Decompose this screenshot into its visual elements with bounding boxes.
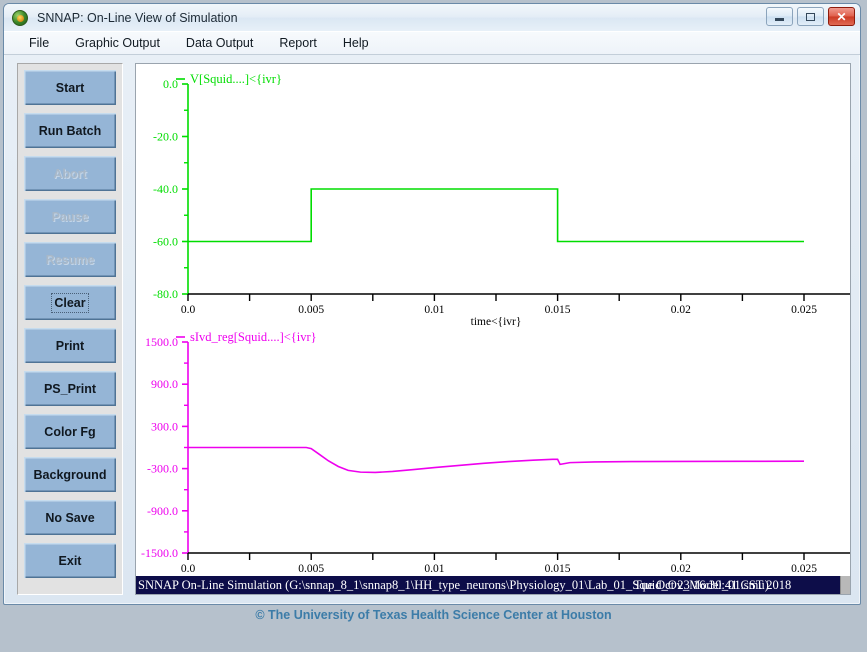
y-tick-label: -80.0 xyxy=(153,287,178,301)
control-button-panel: Start Run Batch Abort Pause Resume Clear… xyxy=(17,63,123,595)
clear-button-label: Clear xyxy=(51,292,89,313)
series-title: sIvd_reg[Squid....]<{ivr} xyxy=(190,330,317,344)
status-timestamp: Tue Oct 23 16:30:41 CST 2018 xyxy=(634,578,792,592)
x-tick-label: 0.025 xyxy=(791,304,817,316)
background-button-label: Background xyxy=(33,467,107,482)
data-series-line xyxy=(188,188,804,243)
x-tick-label: 0.005 xyxy=(298,304,324,316)
plot-canvas: 0.0-20.0-40.0-60.0-80.00.0 0.005 0.01 0.015… xyxy=(141,72,850,587)
title-bar: SNNAP: On-Line View of Simulation ✕ xyxy=(4,4,860,31)
maximize-icon xyxy=(806,12,815,21)
pause-button-label: Pause xyxy=(51,209,89,224)
menu-item-help[interactable]: Help xyxy=(330,34,382,52)
print-button[interactable]: Print xyxy=(24,328,116,363)
menu-item-report[interactable]: Report xyxy=(266,34,330,52)
resume-button-label: Resume xyxy=(45,252,95,267)
y-tick-label: -40.0 xyxy=(153,182,178,196)
resume-button: Resume xyxy=(24,242,116,277)
application-window: SNNAP: On-Line View of Simulation ✕ File… xyxy=(3,3,861,605)
x-tick-label: 0.01 xyxy=(424,563,444,575)
x-tick-label: 0.02 xyxy=(671,563,691,575)
no-save-button-label: No Save xyxy=(45,510,95,525)
x-tick-label: 0.0 xyxy=(181,304,196,316)
window-title: SNNAP: On-Line View of Simulation xyxy=(37,10,238,25)
close-button[interactable]: ✕ xyxy=(828,7,855,26)
x-tick-label: 0.01 xyxy=(424,304,444,316)
x-tick-label: 0.015 xyxy=(545,563,571,575)
y-tick-label: -900.0 xyxy=(147,504,178,518)
menu-item-graphic-output[interactable]: Graphic Output xyxy=(62,34,173,52)
close-icon: ✕ xyxy=(836,9,847,24)
y-tick-label: 1500.0 xyxy=(145,335,178,349)
x-tick-label: 0.025 xyxy=(791,563,817,575)
menu-item-data-output[interactable]: Data Output xyxy=(173,34,266,52)
y-tick-label: -1500.0 xyxy=(141,546,178,560)
x-tick-label: 0.005 xyxy=(298,563,324,575)
y-tick-label: 0.0 xyxy=(163,77,178,91)
exit-button[interactable]: Exit xyxy=(24,543,116,578)
chart-1: 0.0-20.0-40.0-60.0-80.00.0 0.005 0.01 0.015… xyxy=(153,72,850,328)
data-series-line xyxy=(188,446,805,474)
minimize-icon xyxy=(775,18,784,21)
menu-bar: File Graphic Output Data Output Report H… xyxy=(4,31,860,55)
y-tick-label: -60.0 xyxy=(153,235,178,249)
ps-print-button-label: PS_Print xyxy=(43,381,97,396)
background-button[interactable]: Background xyxy=(24,457,116,492)
content-area: Start Run Batch Abort Pause Resume Clear… xyxy=(4,56,860,604)
run-batch-button[interactable]: Run Batch xyxy=(24,113,116,148)
pause-button: Pause xyxy=(24,199,116,234)
print-button-label: Print xyxy=(55,338,85,353)
start-button[interactable]: Start xyxy=(24,70,116,105)
start-button-label: Start xyxy=(55,80,85,95)
maximize-button[interactable] xyxy=(797,7,824,26)
series-title: V[Squid....]<{ivr} xyxy=(190,72,282,86)
ps-print-button[interactable]: PS_Print xyxy=(24,371,116,406)
window-controls: ✕ xyxy=(766,7,855,26)
chart-2: 1500.0 900.0 300.0 -300.0 -900.0 -1500.00.0 0.… xyxy=(141,330,850,587)
simulation-plot-region[interactable]: 0.0 -20.0 -40.0 -60.0 -80.0 0.0 0.005 0.01 0.015… xyxy=(135,63,851,595)
color-fg-button[interactable]: Color Fg xyxy=(24,414,116,449)
clear-button[interactable]: Clear xyxy=(24,285,116,320)
y-tick-label: -20.0 xyxy=(153,130,178,144)
y-tick-label: 900.0 xyxy=(151,377,178,391)
x-axis-label: time<{ivr} xyxy=(471,316,522,328)
run-batch-button-label: Run Batch xyxy=(38,123,102,138)
x-tick-label: 0.015 xyxy=(545,304,571,316)
minimize-button[interactable] xyxy=(766,7,793,26)
color-fg-button-label: Color Fg xyxy=(44,424,96,439)
menu-item-file[interactable]: File xyxy=(16,34,62,52)
status-bar: SNNAP On-Line Simulation (G:\snnap_8_1\s… xyxy=(136,576,850,594)
abort-button: Abort xyxy=(24,156,116,191)
x-tick-label: 0.02 xyxy=(671,304,691,316)
snnap-app-icon xyxy=(12,9,28,26)
abort-button-label: Abort xyxy=(53,166,87,181)
y-tick-label: 300.0 xyxy=(151,419,178,433)
no-save-button[interactable]: No Save xyxy=(24,500,116,535)
exit-button-label: Exit xyxy=(58,553,82,568)
status-scrollbar[interactable] xyxy=(840,576,850,594)
y-tick-label: -300.0 xyxy=(147,462,178,476)
x-tick-label: 0.0 xyxy=(181,563,196,575)
copyright-footer: © The University of Texas Health Science… xyxy=(255,608,612,622)
